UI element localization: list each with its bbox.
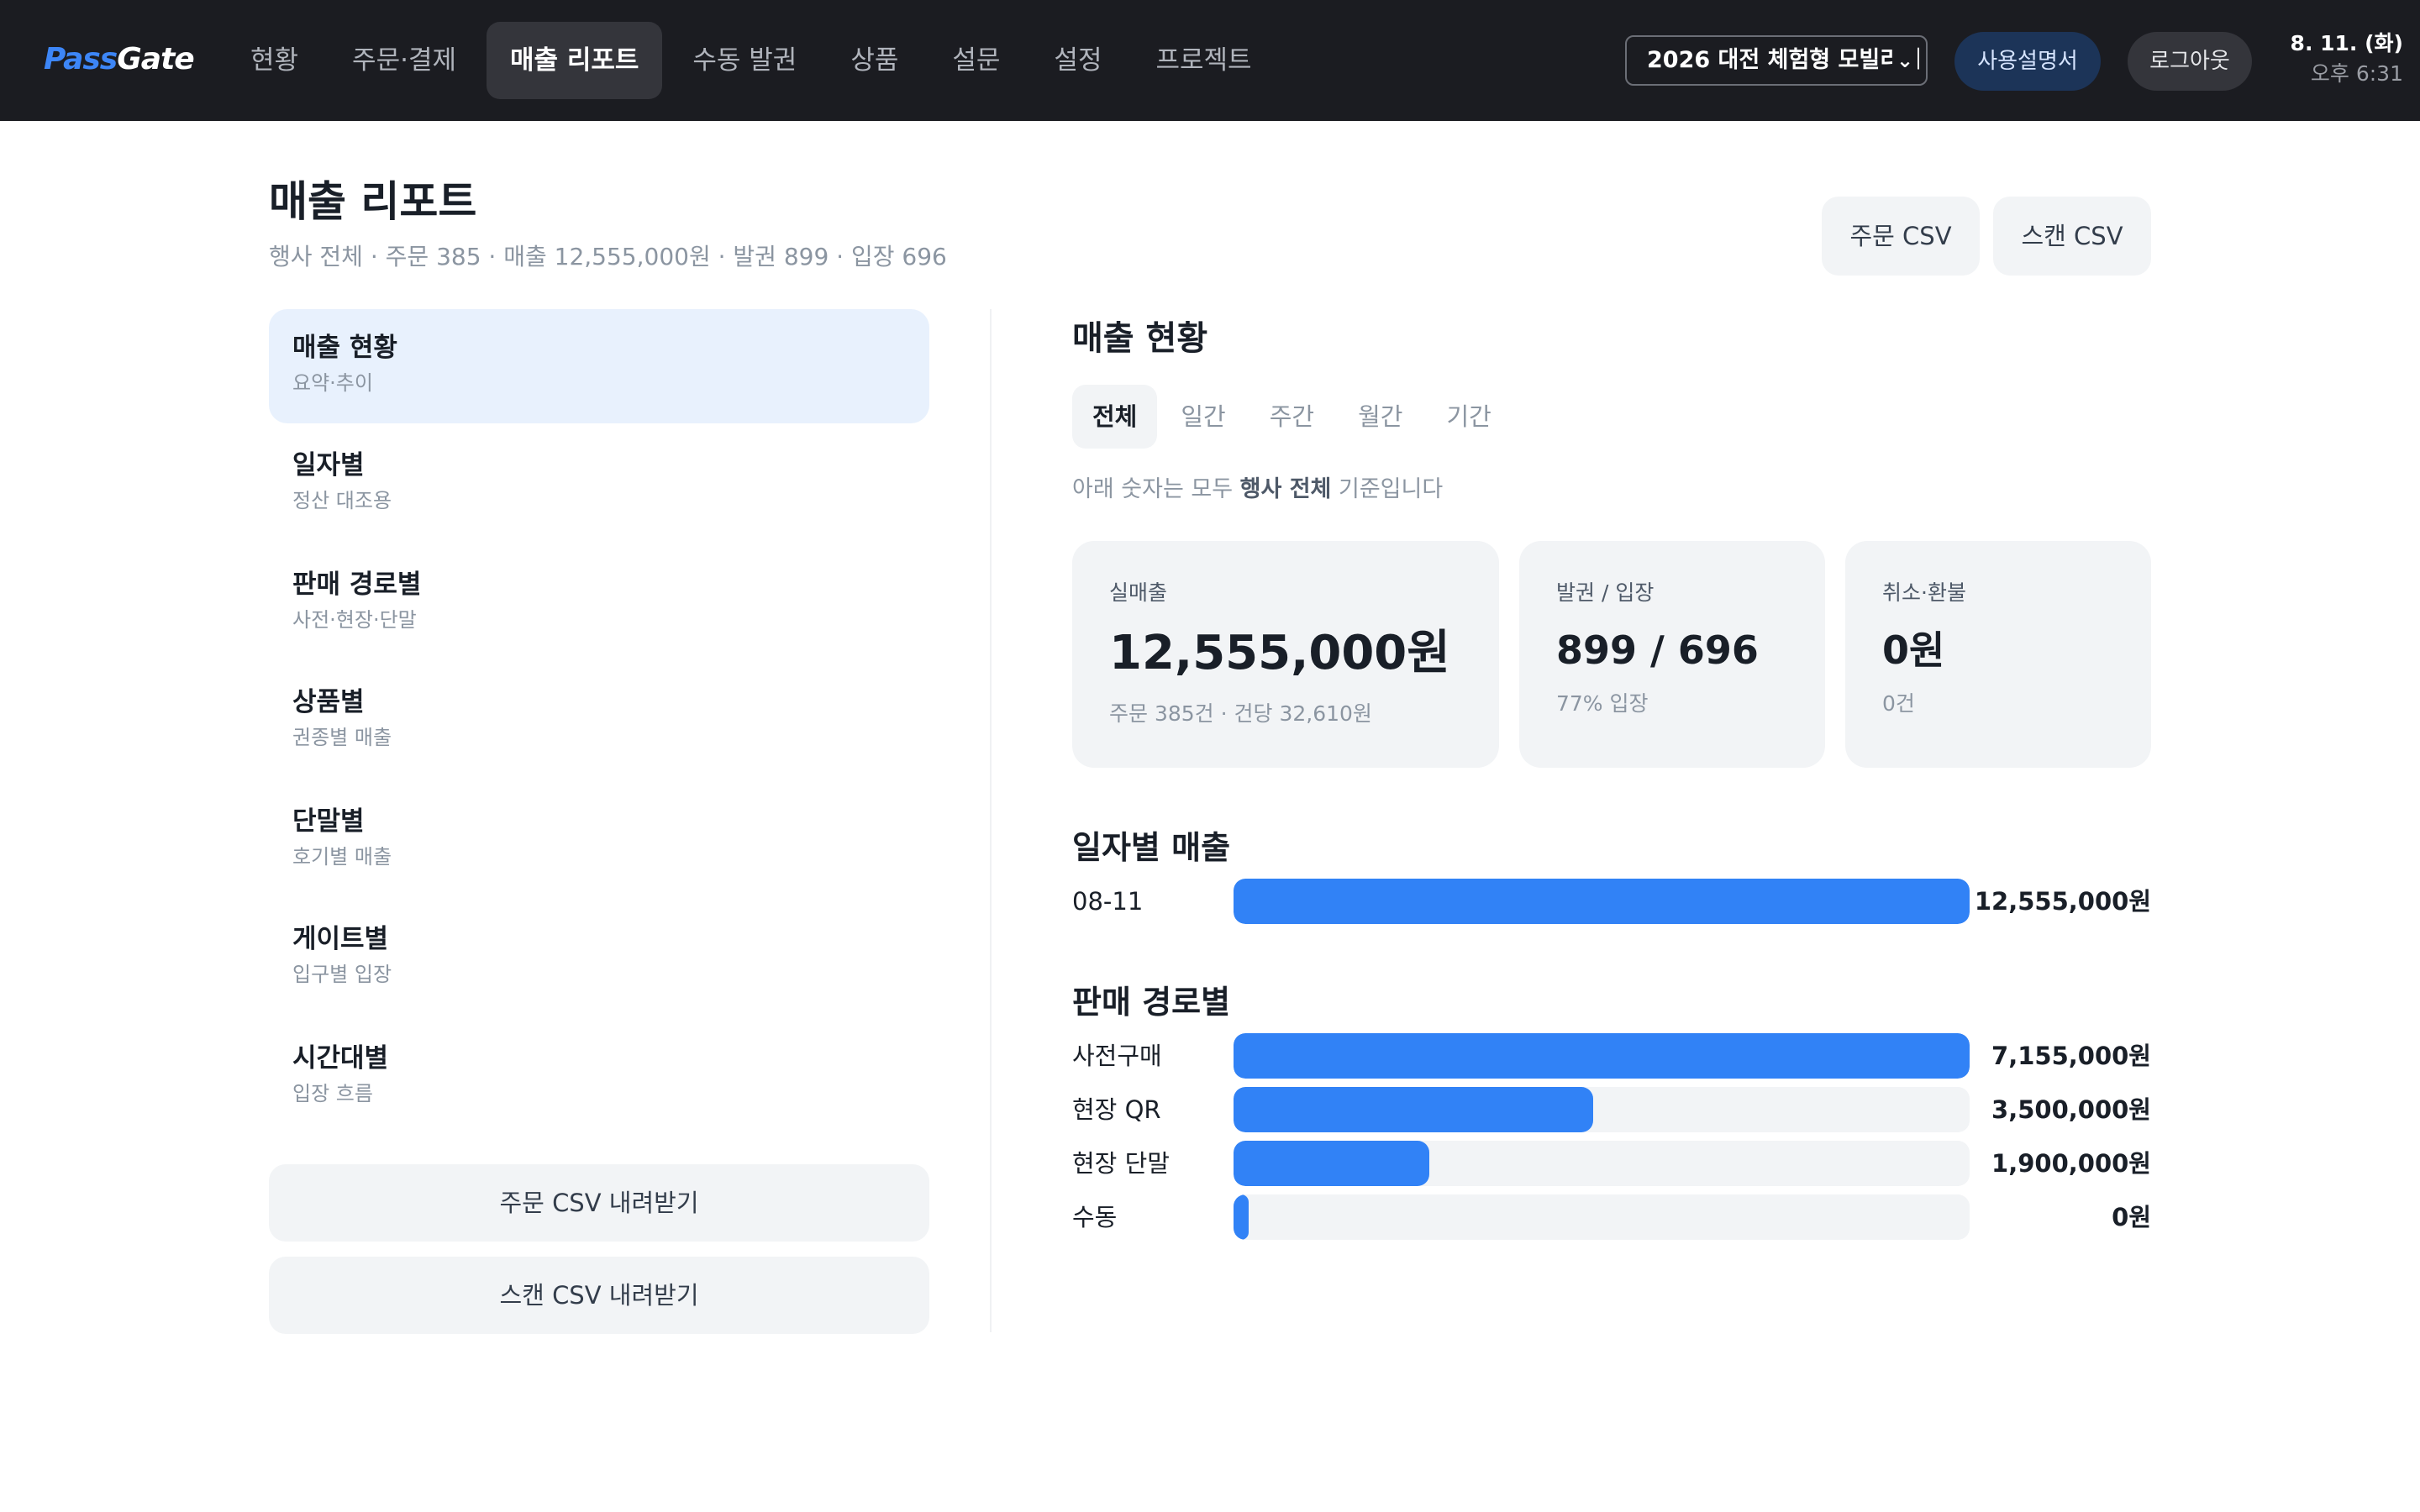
bar-value: 12,555,000원 (1974, 887, 2151, 916)
daily-sales-row: 08-11 12,555,000원 (1072, 879, 2151, 924)
clock: 8. 11. (화) 오후 6:31 (2269, 29, 2403, 89)
bar-track (1234, 879, 1970, 924)
channel-row-onsite-qr: 현장 QR 3,500,000원 (1072, 1087, 2151, 1132)
sidebar-item-sublabel: 입장 흐름 (292, 1082, 373, 1105)
sidebar-item-label: 게이트별 (292, 924, 389, 954)
sidebar-item-sublabel: 입구별 입장 (292, 963, 392, 986)
card-sub: 77% 입장 (1556, 691, 1649, 716)
card-value: 12,555,000원 (1109, 626, 1450, 680)
bar-track (1234, 1194, 1970, 1240)
bar-fill (1234, 1141, 1429, 1186)
sidebar-item-by-gate[interactable]: 게이트별 입구별 입장 (269, 900, 929, 1015)
bar-fill (1234, 1087, 1593, 1132)
download-order-csv-button[interactable]: 주문 CSV 내려받기 (269, 1164, 929, 1242)
panel-divider (990, 309, 992, 1332)
tab-all[interactable]: 전체 (1072, 385, 1158, 449)
card-label: 취소·환불 (1882, 580, 1966, 605)
nav-item-projects[interactable]: 프로젝트 (1132, 22, 1275, 99)
page-title: 매출 리포트 (269, 177, 477, 226)
sidebar-item-sublabel: 권종별 매출 (292, 726, 392, 749)
download-scan-csv-button[interactable]: 스캔 CSV 내려받기 (269, 1257, 929, 1334)
clock-date: 8. 11. (화) (2290, 31, 2403, 55)
period-tabs: 전체 일간 주간 월간 기간 (1072, 385, 1515, 449)
scan-csv-button[interactable]: 스캔 CSV (1993, 197, 2151, 276)
card-value: 899 / 696 (1556, 627, 1759, 673)
top-navigation-bar: PassGate 현황 주문·결제 매출 리포트 수동 발권 상품 설문 설정 … (0, 0, 2420, 121)
cancel-refund-card: 취소·환불 0원 0건 (1845, 541, 2151, 768)
sidebar-item-label: 상품별 (292, 687, 365, 717)
logout-button[interactable]: 로그아웃 (2128, 32, 2252, 91)
tab-weekly[interactable]: 주간 (1249, 385, 1334, 449)
sales-channel-title: 판매 경로별 (1072, 984, 1231, 1021)
order-csv-button[interactable]: 주문 CSV (1822, 197, 1980, 276)
bar-value: 7,155,000원 (1991, 1042, 2151, 1070)
passgate-logo[interactable]: PassGate (44, 35, 195, 84)
sidebar-item-sublabel: 사전·현장·단말 (292, 608, 417, 632)
bar-label: 수동 (1072, 1203, 1118, 1231)
nav-item-status[interactable]: 현황 (227, 22, 322, 99)
issue-entry-card: 발권 / 입장 899 / 696 77% 입장 (1519, 541, 1825, 768)
bar-fill (1234, 879, 1970, 924)
daily-sales-title: 일자별 매출 (1072, 829, 1231, 866)
project-select[interactable]: 2026 대전 체험형 모빌리티 ⌄ (1625, 35, 1928, 86)
tab-monthly[interactable]: 월간 (1338, 385, 1423, 449)
nav-item-manual-issue[interactable]: 수동 발권 (669, 22, 820, 99)
card-label: 발권 / 입장 (1556, 580, 1655, 605)
nav-item-settings[interactable]: 설정 (1030, 22, 1125, 99)
sidebar-item-by-terminal[interactable]: 단말별 호기별 매출 (269, 783, 929, 897)
card-value: 0원 (1882, 627, 1945, 673)
sidebar-item-label: 판매 경로별 (292, 570, 422, 600)
sidebar-item-daily[interactable]: 일자별 정산 대조용 (269, 427, 929, 541)
chevron-down-icon: ⌄ (1892, 37, 1918, 84)
channel-row-onsite-terminal: 현장 단말 1,900,000원 (1072, 1141, 2151, 1186)
bar-label: 현장 QR (1072, 1095, 1161, 1124)
bar-fill (1234, 1033, 1970, 1079)
user-manual-button[interactable]: 사용설명서 (1954, 32, 2101, 91)
sidebar-item-sublabel: 정산 대조용 (292, 489, 392, 512)
sidebar-item-label: 시간대별 (292, 1043, 389, 1074)
bar-track (1234, 1141, 1970, 1186)
section-title: 매출 현황 (1072, 319, 1208, 358)
card-sub: 0건 (1882, 691, 1915, 716)
sidebar-item-by-product[interactable]: 상품별 권종별 매출 (269, 664, 929, 778)
project-select-value: 2026 대전 체험형 모빌리티 (1647, 47, 1922, 73)
nav-item-orders-payments[interactable]: 주문·결제 (329, 22, 480, 99)
tab-daily[interactable]: 일간 (1160, 385, 1245, 449)
bar-label: 현장 단말 (1072, 1149, 1170, 1178)
sidebar-item-label: 일자별 (292, 450, 365, 480)
card-label: 실매출 (1109, 580, 1168, 605)
nav-item-survey[interactable]: 설문 (929, 22, 1023, 99)
channel-row-manual: 수동 0원 (1072, 1194, 2151, 1240)
clock-time: 오후 6:31 (2310, 61, 2403, 86)
page-summary: 행사 전체 · 주문 385 · 매출 12,555,000원 · 발권 899… (269, 243, 947, 270)
main-nav: 현황 주문·결제 매출 리포트 수동 발권 상품 설문 설정 프로젝트 (227, 22, 1282, 99)
bar-track (1234, 1033, 1970, 1079)
bar-fill (1234, 1194, 1249, 1240)
sidebar-item-label: 단말별 (292, 806, 365, 837)
sidebar-item-sales-channel[interactable]: 판매 경로별 사전·현장·단말 (269, 546, 929, 660)
card-sub: 주문 385건 · 건당 32,610원 (1109, 701, 1372, 726)
bar-label: 사전구매 (1072, 1042, 1162, 1070)
sidebar-item-sublabel: 요약·추이 (292, 371, 373, 395)
nav-item-products[interactable]: 상품 (827, 22, 922, 99)
sidebar-item-sublabel: 호기별 매출 (292, 845, 392, 869)
sidebar-item-label: 매출 현황 (292, 333, 397, 363)
bar-track (1234, 1087, 1970, 1132)
scope-note: 아래 숫자는 모두 행사 전체 기준입니다 (1072, 476, 1444, 502)
bar-value: 3,500,000원 (1991, 1095, 2151, 1124)
channel-row-prepurchase: 사전구매 7,155,000원 (1072, 1033, 2151, 1079)
sidebar-item-by-time[interactable]: 시간대별 입장 흐름 (269, 1020, 929, 1134)
nav-item-sales-report[interactable]: 매출 리포트 (486, 22, 663, 99)
sidebar-item-sales-overview[interactable]: 매출 현황 요약·추이 (269, 309, 929, 423)
bar-value: 1,900,000원 (1991, 1149, 2151, 1178)
bar-value: 0원 (2112, 1203, 2151, 1231)
tab-period[interactable]: 기간 (1427, 385, 1512, 449)
net-sales-card: 실매출 12,555,000원 주문 385건 · 건당 32,610원 (1072, 541, 1499, 768)
bar-label: 08-11 (1072, 887, 1144, 916)
